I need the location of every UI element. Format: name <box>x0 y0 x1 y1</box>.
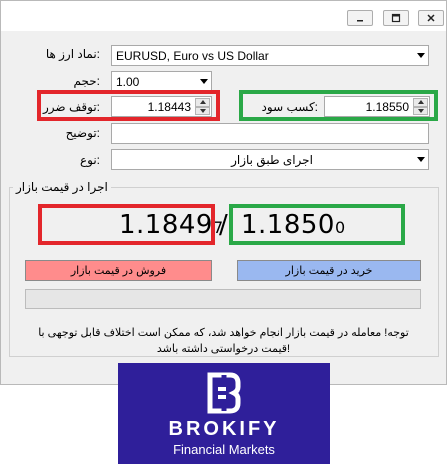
minimize-button[interactable] <box>347 10 373 26</box>
chevron-down-icon <box>417 53 425 58</box>
order-window: :نماد ارز ها EURUSD, Euro vs US Dollar :… <box>0 0 447 385</box>
warning-notice: توجه! معامله در قیمت بازار انجام خواهد ش… <box>21 325 426 357</box>
progress-bar <box>25 289 421 309</box>
group-title: اجرا در قیمت بازار <box>13 180 111 194</box>
stoploss-highlight <box>37 90 220 121</box>
logo-tagline: Financial Markets <box>173 442 275 457</box>
restore-button[interactable] <box>383 10 409 26</box>
close-icon <box>427 14 435 22</box>
brokify-logo: BROKIFY Financial Markets <box>118 363 330 464</box>
title-bar <box>1 1 446 31</box>
brokify-logo-icon <box>207 372 241 414</box>
volume-select[interactable]: 1.00 <box>111 71 212 92</box>
chevron-down-icon <box>417 157 425 162</box>
ask-highlight <box>229 204 405 245</box>
chevron-down-icon <box>200 79 208 84</box>
type-label: :نوع <box>79 153 100 167</box>
takeprofit-highlight <box>239 90 438 121</box>
comment-label: :توضیح <box>65 126 100 140</box>
sell-button[interactable]: فروش در قیمت بازار <box>25 260 212 281</box>
notice-line-2: !قیمت درخواستی داشته باشد <box>156 343 291 355</box>
symbol-value: EURUSD, Euro vs US Dollar <box>116 48 269 63</box>
close-button[interactable] <box>418 10 444 26</box>
symbol-select[interactable]: EURUSD, Euro vs US Dollar <box>111 45 429 66</box>
type-select[interactable]: اجرای طبق بازار <box>111 149 429 170</box>
minimize-icon <box>357 20 363 22</box>
notice-line-1: توجه! معامله در قیمت بازار انجام خواهد ش… <box>38 327 409 339</box>
volume-value: 1.00 <box>116 74 140 89</box>
restore-icon <box>391 13 401 23</box>
logo-name: BROKIFY <box>168 418 280 440</box>
price-separator: / <box>219 210 229 240</box>
bid-highlight <box>38 204 215 245</box>
symbol-label: :نماد ارز ها <box>45 47 100 61</box>
buy-button[interactable]: خرید در قیمت بازار <box>237 260 421 281</box>
type-value: اجرای طبق بازار <box>231 152 313 167</box>
volume-label: :حجم <box>73 74 100 88</box>
comment-input[interactable] <box>111 123 429 144</box>
